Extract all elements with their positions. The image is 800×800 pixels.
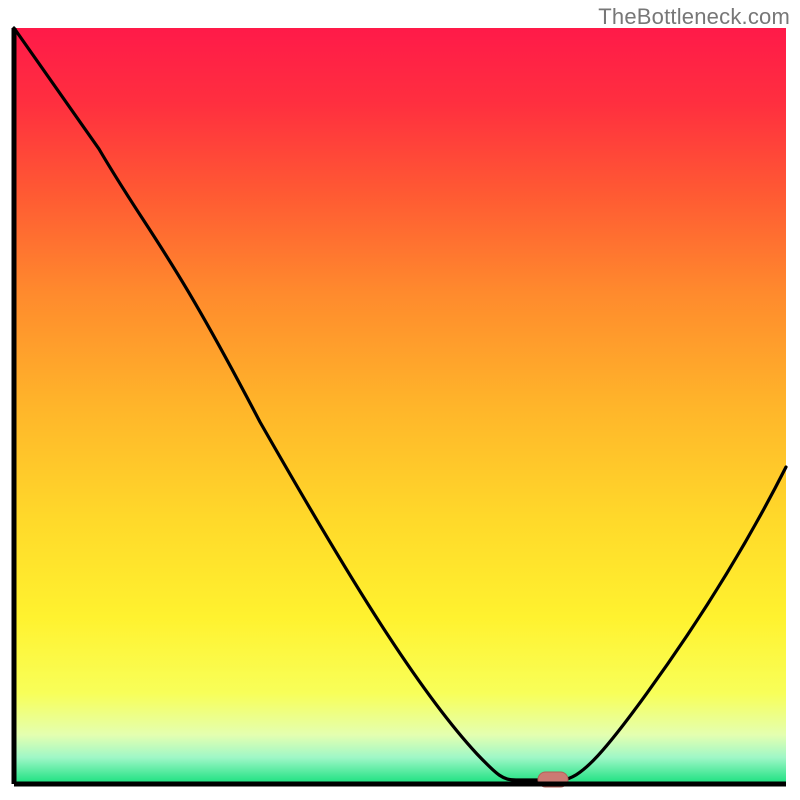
chart-svg: [0, 0, 800, 800]
bottleneck-chart: TheBottleneck.com: [0, 0, 800, 800]
plot-background: [14, 28, 786, 784]
attribution-watermark: TheBottleneck.com: [598, 4, 790, 30]
